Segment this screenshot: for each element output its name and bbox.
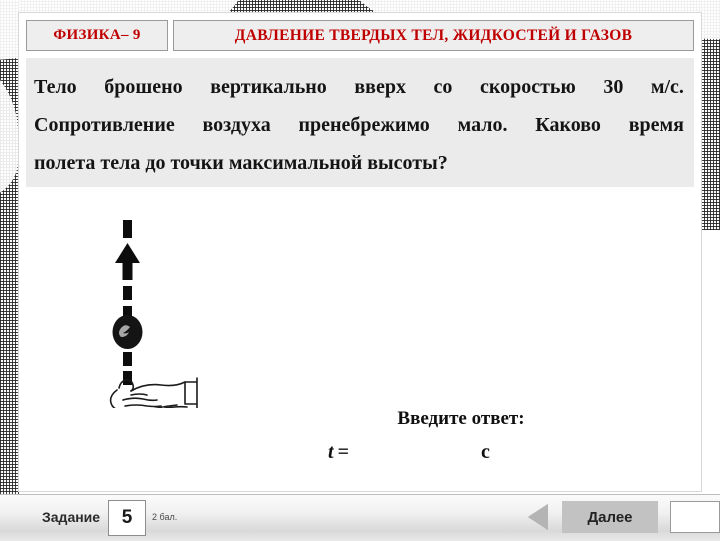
stone-icon bbox=[112, 315, 143, 349]
answer-equals-sign: = bbox=[337, 441, 349, 463]
subject-badge: ФИЗИКА– 9 bbox=[26, 20, 168, 51]
checkered-border-left bbox=[0, 0, 19, 495]
answer-entry-box[interactable] bbox=[670, 501, 720, 533]
question-line-2: Сопротивление воздуха пренебрежимо мало.… bbox=[34, 106, 684, 144]
next-button[interactable]: Далее bbox=[562, 501, 658, 533]
question-word: Каково bbox=[535, 114, 601, 136]
arrow-up-dashed-icon bbox=[115, 220, 140, 320]
illustration-svg bbox=[109, 220, 198, 413]
question-line-3: полета тела до точки максимальной высоты… bbox=[34, 152, 448, 174]
task-label: Задание bbox=[42, 509, 101, 525]
answer-row: t = с bbox=[310, 436, 600, 464]
answer-variable-label: t bbox=[328, 441, 334, 463]
question-word: мало. bbox=[457, 114, 508, 136]
answer-value-field[interactable] bbox=[349, 436, 481, 458]
question-word: со bbox=[433, 76, 453, 98]
question-word: время bbox=[628, 114, 684, 136]
illustration bbox=[95, 218, 225, 413]
question-word: Тело bbox=[34, 76, 77, 98]
slide-page: ФИЗИКА– 9 ДАВЛЕНИЕ ТВЕРДЫХ ТЕЛ, ЖИДКОСТЕ… bbox=[0, 0, 720, 541]
answer-prompt-label: Введите ответ: bbox=[397, 408, 525, 429]
task-number-box: 5 bbox=[108, 500, 146, 536]
question-panel: Тело брошено вертикально вверх со скорос… bbox=[26, 58, 694, 187]
question-word: пренебрежимо bbox=[298, 114, 430, 136]
question-word: воздуха bbox=[202, 114, 271, 136]
question-word: Сопротивление bbox=[34, 114, 175, 136]
answer-area: Введите ответ: t = с bbox=[310, 408, 600, 470]
triangle-left-icon[interactable] bbox=[528, 504, 548, 530]
question-word: м/с. bbox=[650, 76, 684, 98]
bottom-toolbar: Задание 5 2 бал. Далее bbox=[0, 494, 720, 541]
question-word: вверх bbox=[354, 76, 406, 98]
answer-unit-label: с bbox=[480, 441, 490, 463]
task-points-label: 2 бал. bbox=[152, 512, 178, 522]
question-line-1: Тело брошено вертикально вверх со скорос… bbox=[34, 68, 684, 106]
topic-title: ДАВЛЕНИЕ ТВЕРДЫХ ТЕЛ, ЖИДКОСТЕЙ И ГАЗОВ bbox=[173, 20, 694, 51]
checkered-border-right bbox=[701, 0, 720, 230]
question-word: скоростью bbox=[479, 76, 576, 98]
header-row: ФИЗИКА– 9 ДАВЛЕНИЕ ТВЕРДЫХ ТЕЛ, ЖИДКОСТЕ… bbox=[26, 20, 694, 51]
question-word: 30 bbox=[603, 76, 624, 98]
question-word: брошено bbox=[104, 76, 183, 98]
question-word: вертикально bbox=[210, 76, 327, 98]
